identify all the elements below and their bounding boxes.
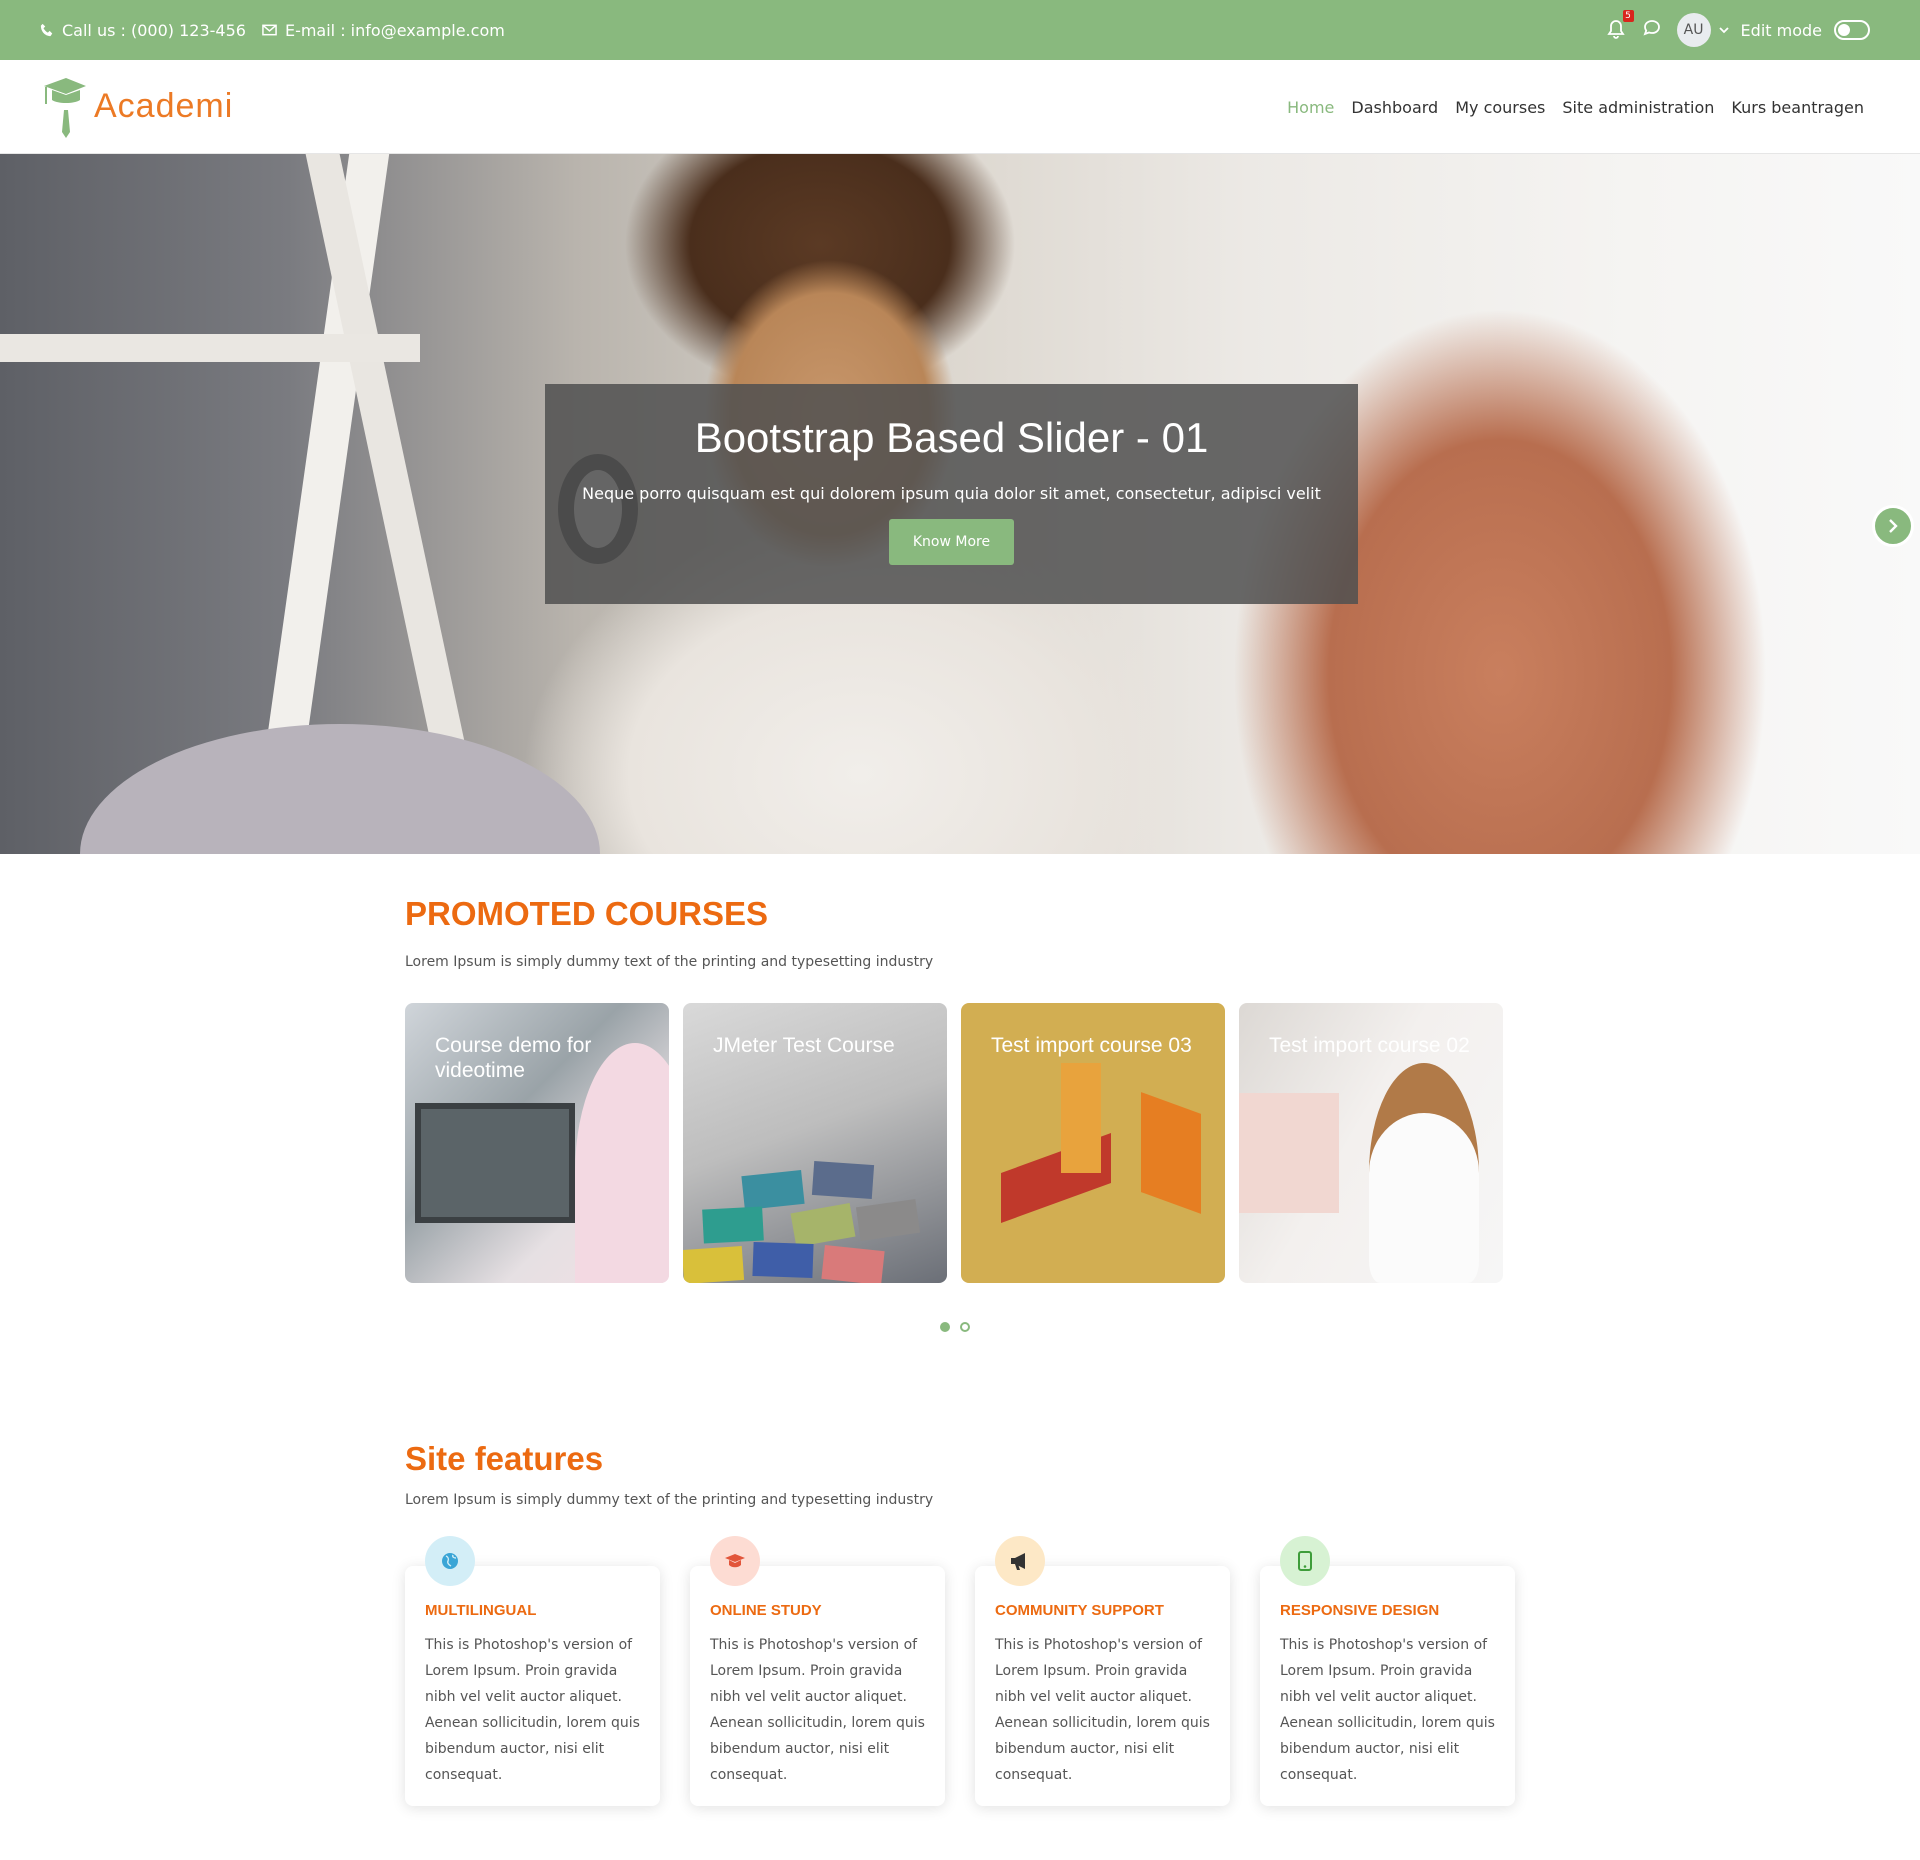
- chat-bubble-icon: [1643, 20, 1660, 36]
- feature-card: RESPONSIVE DESIGN This is Photoshop's ve…: [1260, 1536, 1515, 1806]
- hero-image-chair: [80, 724, 600, 854]
- graduation-cap-icon: [725, 1554, 745, 1568]
- course-image-child: [1369, 1063, 1479, 1283]
- course-card[interactable]: Course demo for videotime: [405, 1003, 669, 1283]
- course-card[interactable]: Test import course 03: [961, 1003, 1225, 1283]
- course-image-letter: [1061, 1063, 1101, 1173]
- chevron-down-icon[interactable]: [1718, 26, 1729, 34]
- nav-item-kurs-beantragen[interactable]: Kurs beantragen: [1731, 98, 1864, 117]
- edit-mode-label: Edit mode: [1740, 20, 1822, 40]
- feature-icon-badge: [425, 1536, 475, 1586]
- email-label: E-mail : info@example.com: [284, 20, 505, 40]
- site-logo[interactable]: Academi: [40, 74, 233, 138]
- feature-icon-badge: [995, 1536, 1045, 1586]
- messages-button[interactable]: [1643, 19, 1665, 41]
- course-title: JMeter Test Course: [713, 1034, 895, 1057]
- carousel-dot[interactable]: [960, 1322, 970, 1332]
- globe-icon: [442, 1553, 458, 1569]
- course-image-word-card: [821, 1244, 885, 1283]
- slider-next-button[interactable]: [1872, 505, 1914, 547]
- know-more-button[interactable]: Know More: [888, 519, 1015, 565]
- course-image-laptop: [1239, 1093, 1339, 1213]
- course-image-word-card: [741, 1169, 805, 1211]
- notification-badge: 5: [1622, 10, 1634, 22]
- feature-text: This is Photoshop's version of Lorem Ips…: [710, 1637, 925, 1783]
- course-card[interactable]: JMeter Test Course: [683, 1003, 947, 1283]
- course-title: Test import course 03: [991, 1034, 1192, 1057]
- feature-text: This is Photoshop's version of Lorem Ips…: [995, 1637, 1210, 1783]
- nav-item-dashboard[interactable]: Dashboard: [1351, 98, 1438, 117]
- carousel-pagination: [940, 1322, 980, 1332]
- mobile-icon: [1298, 1551, 1312, 1571]
- feature-title: ONLINE STUDY: [710, 1602, 822, 1619]
- site-features-subtitle: Lorem Ipsum is simply dummy text of the …: [405, 1492, 934, 1508]
- feature-icon-badge: [1280, 1536, 1330, 1586]
- course-image-word-card: [683, 1245, 745, 1283]
- slider-text: Neque porro quisquam est qui dolorem ips…: [582, 484, 1321, 503]
- contact-info: Call us : (000) 123-456 E-mail : info@ex…: [40, 0, 521, 60]
- edit-mode-toggle[interactable]: [1834, 20, 1870, 40]
- feature-card: MULTILINGUAL This is Photoshop's version…: [405, 1536, 660, 1806]
- course-image-word-card: [855, 1198, 921, 1242]
- promoted-courses-title: PROMOTED COURSES: [405, 895, 769, 932]
- course-image-word-card: [790, 1203, 856, 1247]
- top-bar: Call us : (000) 123-456 E-mail : info@ex…: [0, 0, 1920, 60]
- brand-name: Academi: [94, 86, 234, 125]
- phone-label: Call us : (000) 123-456: [62, 20, 246, 40]
- feature-text: This is Photoshop's version of Lorem Ips…: [425, 1637, 640, 1783]
- carousel-dot[interactable]: [940, 1322, 950, 1332]
- slider-title: Bootstrap Based Slider - 01: [694, 414, 1209, 461]
- graduation-cap-logo-icon: [44, 78, 86, 138]
- feature-title: RESPONSIVE DESIGN: [1280, 1602, 1440, 1619]
- feature-title: COMMUNITY SUPPORT: [995, 1602, 1164, 1619]
- phone-contact: Call us : (000) 123-456: [40, 21, 246, 40]
- hero-image-shelf: [0, 334, 420, 362]
- feature-title: MULTILINGUAL: [425, 1602, 537, 1619]
- nav-item-home[interactable]: Home: [1287, 98, 1334, 117]
- course-image-board: [1141, 1092, 1201, 1214]
- promoted-courses-subtitle: Lorem Ipsum is simply dummy text of the …: [405, 954, 934, 970]
- main-navbar: Academi Home Dashboard My courses Site a…: [0, 60, 1920, 154]
- toggle-knob: [1838, 24, 1850, 36]
- hero-slider: Bootstrap Based Slider - 01 Neque porro …: [0, 154, 1920, 854]
- nav-item-my-courses[interactable]: My courses: [1455, 98, 1545, 117]
- feature-card: COMMUNITY SUPPORT This is Photoshop's ve…: [975, 1536, 1230, 1806]
- course-image-word-card: [811, 1160, 875, 1200]
- notifications-button[interactable]: 5: [1606, 10, 1634, 41]
- envelope-icon: [262, 24, 277, 36]
- primary-nav: Home Dashboard My courses Site administr…: [1270, 60, 1864, 154]
- course-card[interactable]: Test import course 02: [1239, 1003, 1503, 1283]
- course-title: Course demo for videotime: [435, 1034, 592, 1082]
- phone-icon: [40, 23, 53, 37]
- chevron-right-icon: [1889, 519, 1898, 533]
- feature-icon-badge: [710, 1536, 760, 1586]
- user-avatar[interactable]: AU: [1676, 13, 1711, 47]
- megaphone-icon: [1011, 1553, 1025, 1570]
- feature-card: ONLINE STUDY This is Photoshop's version…: [690, 1536, 945, 1806]
- slider-caption: Bootstrap Based Slider - 01 Neque porro …: [545, 384, 1358, 604]
- course-image-word-card: [752, 1241, 814, 1279]
- email-contact: E-mail : info@example.com: [262, 21, 505, 40]
- user-menu-area: 5 AU Edit mode: [1606, 0, 1870, 60]
- course-title: Test import course 02: [1269, 1034, 1470, 1057]
- site-features-title: Site features: [405, 1440, 604, 1477]
- course-image-laptop: [415, 1103, 575, 1223]
- feature-text: This is Photoshop's version of Lorem Ips…: [1280, 1637, 1495, 1783]
- nav-item-site-administration[interactable]: Site administration: [1562, 98, 1714, 117]
- course-image-word-card: [702, 1206, 764, 1244]
- bell-icon: [1606, 20, 1625, 39]
